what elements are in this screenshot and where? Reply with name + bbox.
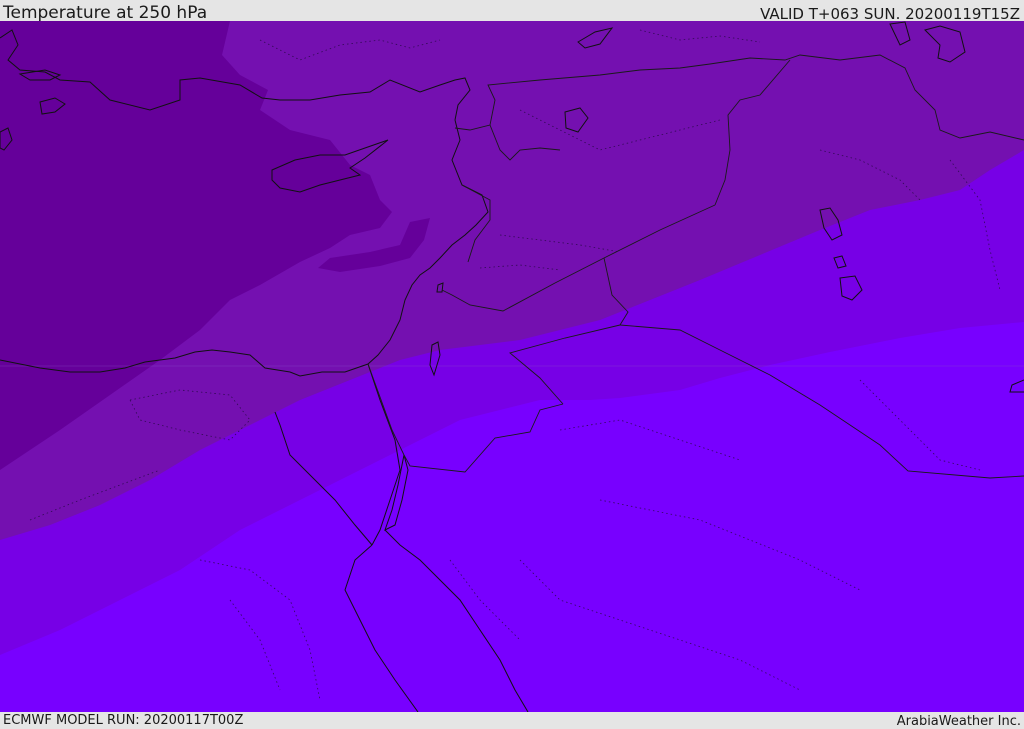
credit-label: ArabiaWeather Inc.	[896, 714, 1021, 729]
header-bar: Temperature at 250 hPa VALID T+063 SUN. …	[0, 0, 1024, 21]
map-title: Temperature at 250 hPa	[3, 3, 208, 21]
footer-bar: ECMWF MODEL RUN: 20200117T00Z ArabiaWeat…	[0, 712, 1024, 729]
map-panel	[0, 21, 1024, 712]
model-run-label: ECMWF MODEL RUN: 20200117T00Z	[3, 713, 244, 728]
temperature-map	[0, 21, 1024, 712]
valid-time: VALID T+063 SUN. 20200119T15Z	[760, 5, 1020, 21]
